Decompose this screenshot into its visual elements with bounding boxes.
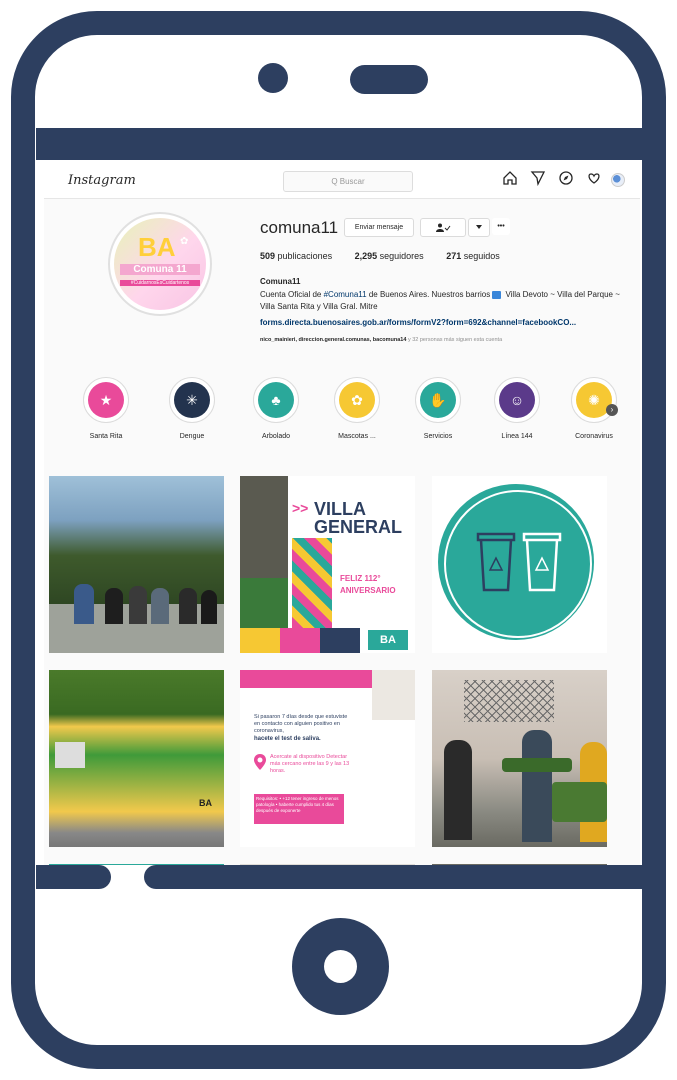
instagram-logo[interactable]: Instagram [68,173,136,188]
villa-general-title: VILLA GENERAL [314,499,403,537]
bio-text: Cuenta Oficial de #Comuna11 de Buenos Ai… [260,290,620,311]
phone-bottom-bar-right [144,865,642,889]
aniversario-label: ANIVERSARIO [340,586,396,595]
acercate-text: Acercate al dispositivo Detectar más cer… [270,754,350,774]
highlight-ring: ✳ [169,377,215,423]
highlight-label: Arbolado [261,433,291,440]
nav-avatar[interactable] [611,173,625,187]
bio-hashtag[interactable]: #Comuna11 [324,290,367,299]
highlight-label: Coronavirus [575,433,613,440]
highlight-item[interactable]: ♣ Arbolado [246,377,306,440]
more-options-button[interactable]: ••• [492,218,510,235]
followers-count[interactable]: 2,295 seguidores [355,251,424,261]
phone-bottom-bar-left [36,865,111,889]
post-group-photo[interactable] [49,476,224,653]
avatar-comuna-label: Comuna 11 [120,264,200,275]
following-count[interactable]: 271 seguidos [446,251,500,261]
person-check-icon [436,223,451,232]
avatar-hashtag: #CuidarnosEsCuidartenos [120,280,200,286]
saliva-text: Si pasaron 7 días desde que estuviste en… [254,714,348,734]
post-test-saliva[interactable]: Si pasaron 7 días desde que estuviste en… [240,670,415,847]
profile-username: comuna11 [260,218,339,237]
post-villa-general[interactable]: >> VILLA GENERAL FELIZ 112° ANIVERSARIO … [240,476,415,653]
highlight-ring: ★ [83,377,129,423]
highlight-item[interactable]: ✳ Dengue [162,377,222,440]
highlight-ring: ✿ [334,377,380,423]
ba-badge: BA [368,630,408,650]
chevron-down-icon [476,225,482,230]
people-icon: ☺ [499,382,535,418]
post-partial-3[interactable] [432,864,607,865]
bio-link[interactable]: forms.directa.buenosaires.gob.ar/forms/f… [260,318,630,327]
ba-badge-3: BA [388,828,403,839]
location-pin-icon [254,754,266,770]
followed-by[interactable]: nico_mainieri, direccion.general.comunas… [260,337,502,343]
profile-avatar[interactable]: BA Comuna 11 #CuidarnosEsCuidartenos ✿ [108,212,212,316]
saliva-bold: hacete el test de saliva. [254,736,321,742]
pet-icon: ✿ [339,382,375,418]
phone-top-bar [36,128,642,160]
mosquito-icon: ✳ [174,382,210,418]
post-recycling-bins[interactable] [432,476,607,653]
highlight-ring: ✋ [415,377,461,423]
recycle-bins-icon [476,532,562,592]
post-plants-photo[interactable] [432,670,607,847]
direct-icon[interactable] [530,170,546,186]
dropdown-button[interactable] [468,218,490,237]
nav-icons [502,170,602,186]
feliz-label: FELIZ 112° [340,574,381,583]
highlight-label: Mascotas ... [338,433,376,440]
santa-rita-icon: ★ [88,382,124,418]
home-button[interactable] [292,918,389,1015]
post-partial-1[interactable] [49,864,224,865]
highlight-label: Servicios [423,433,453,440]
highlight-item[interactable]: ✋ Servicios [408,377,468,440]
highlight-item[interactable]: ★ Santa Rita [76,377,136,440]
explore-icon[interactable] [558,170,574,186]
finger-down-icon [492,290,502,299]
flower-icon: ✿ [180,236,189,247]
post-green-container[interactable]: BA [49,670,224,847]
highlight-label: Línea 144 [501,433,533,440]
search-input[interactable]: Q Buscar [283,171,413,192]
screen: Instagram Q Buscar BA Comuna 11 #Cuidarn… [44,160,640,865]
highlight-item[interactable]: ✿ Mascotas ... [327,377,387,440]
handshake-icon: ✋ [420,382,456,418]
highlight-ring: ♣ [253,377,299,423]
camera-icon [258,63,288,93]
top-nav: Instagram Q Buscar [44,160,640,199]
ba-logo: BA [138,232,176,262]
highlight-label: Dengue [179,433,205,440]
home-icon[interactable] [502,170,518,186]
follow-button[interactable] [420,218,466,237]
highlight-item[interactable]: ☺ Línea 144 [487,377,547,440]
post-partial-2[interactable] [240,864,415,865]
tree-icon: ♣ [258,382,294,418]
bio-name: Comuna11 [260,277,301,286]
speaker-icon [350,65,428,94]
profile-stats: 509 publicaciones 2,295 seguidores 271 s… [260,251,520,261]
ba-badge-2: BA [199,798,212,808]
highlight-ring: ✺ [571,377,617,423]
message-button[interactable]: Enviar mensaje [344,218,414,237]
requisitos-box: Requisitos: • +12 tener ingreso de menos… [254,794,344,824]
heart-icon[interactable] [586,170,602,186]
posts-count: 509 publicaciones [260,251,333,261]
highlight-ring: ☺ [494,377,540,423]
highlights-next-arrow[interactable]: › [606,404,618,416]
highlight-label: Santa Rita [89,433,123,440]
